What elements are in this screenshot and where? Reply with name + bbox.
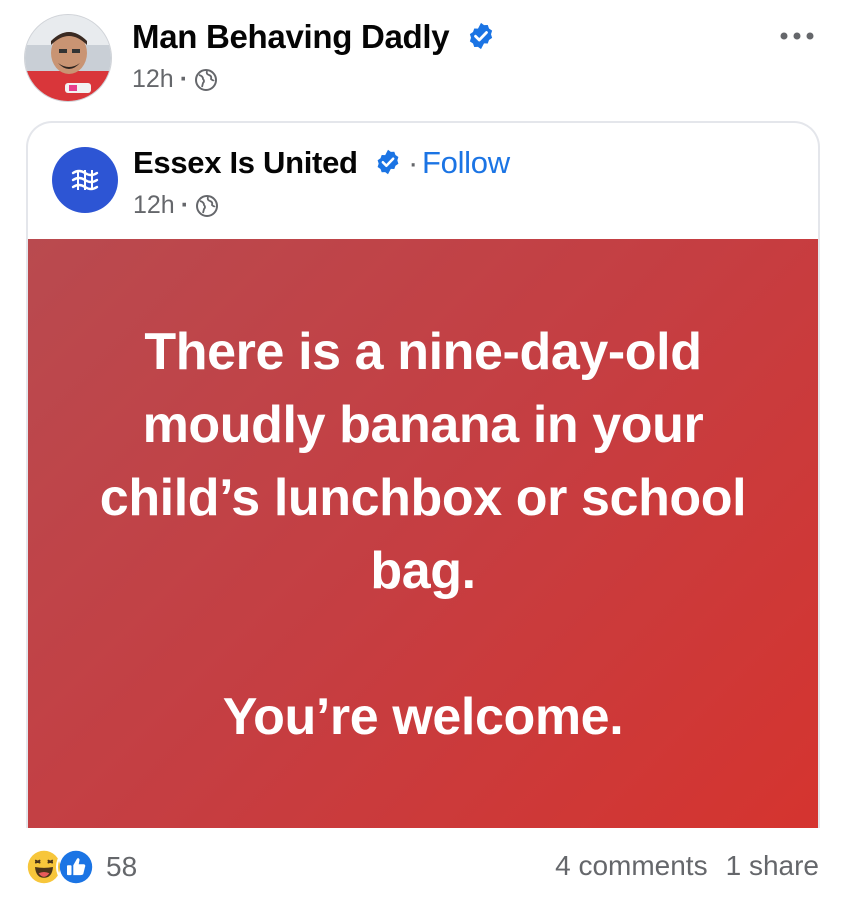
globe-icon[interactable] [194, 68, 218, 99]
page-name[interactable]: Essex Is United [133, 145, 358, 180]
page-avatar[interactable] [52, 147, 118, 213]
meta-separator: · [180, 191, 190, 219]
reactions-summary[interactable]: 58 [24, 846, 137, 888]
comments-count[interactable]: 4 comments [555, 850, 708, 881]
post-meta: 12h · [132, 65, 218, 99]
essex-shield-logo-icon [71, 169, 99, 191]
shared-post-meta: 12h · [133, 191, 219, 225]
more-dots-icon [780, 32, 814, 40]
author-name[interactable]: Man Behaving Dadly [132, 18, 496, 59]
more-options-button[interactable] [777, 26, 817, 46]
follow-button[interactable]: Follow [422, 145, 510, 180]
meta-separator: · [179, 65, 189, 93]
shared-post-time[interactable]: 12h [133, 191, 175, 219]
feed-post: Man Behaving Dadly 12h · Essex Is United… [0, 0, 845, 900]
verified-badge-icon [374, 148, 402, 184]
post-time[interactable]: 12h [132, 65, 174, 93]
shares-count[interactable]: 1 share [726, 850, 819, 881]
verified-badge-icon [466, 21, 496, 59]
text-post-background[interactable]: There is a nine-day-old moudly banana in… [28, 239, 818, 828]
shared-page-header: Essex Is United · Follow [133, 145, 510, 184]
shared-post-card[interactable]: Essex Is United · Follow 12h · There is a … [26, 121, 820, 828]
like-thumb-icon [56, 847, 96, 887]
post-text-main: There is a nine-day-old moudly banana in… [99, 322, 747, 600]
author-avatar[interactable] [24, 14, 112, 102]
reaction-count[interactable]: 58 [106, 851, 137, 883]
globe-icon[interactable] [195, 194, 219, 225]
engagement-stats: 4 comments 1 share [555, 850, 819, 882]
author-name-text[interactable]: Man Behaving Dadly [132, 18, 450, 55]
follow-separator: · [407, 145, 419, 180]
post-text-sub: You’re welcome. [222, 687, 624, 746]
